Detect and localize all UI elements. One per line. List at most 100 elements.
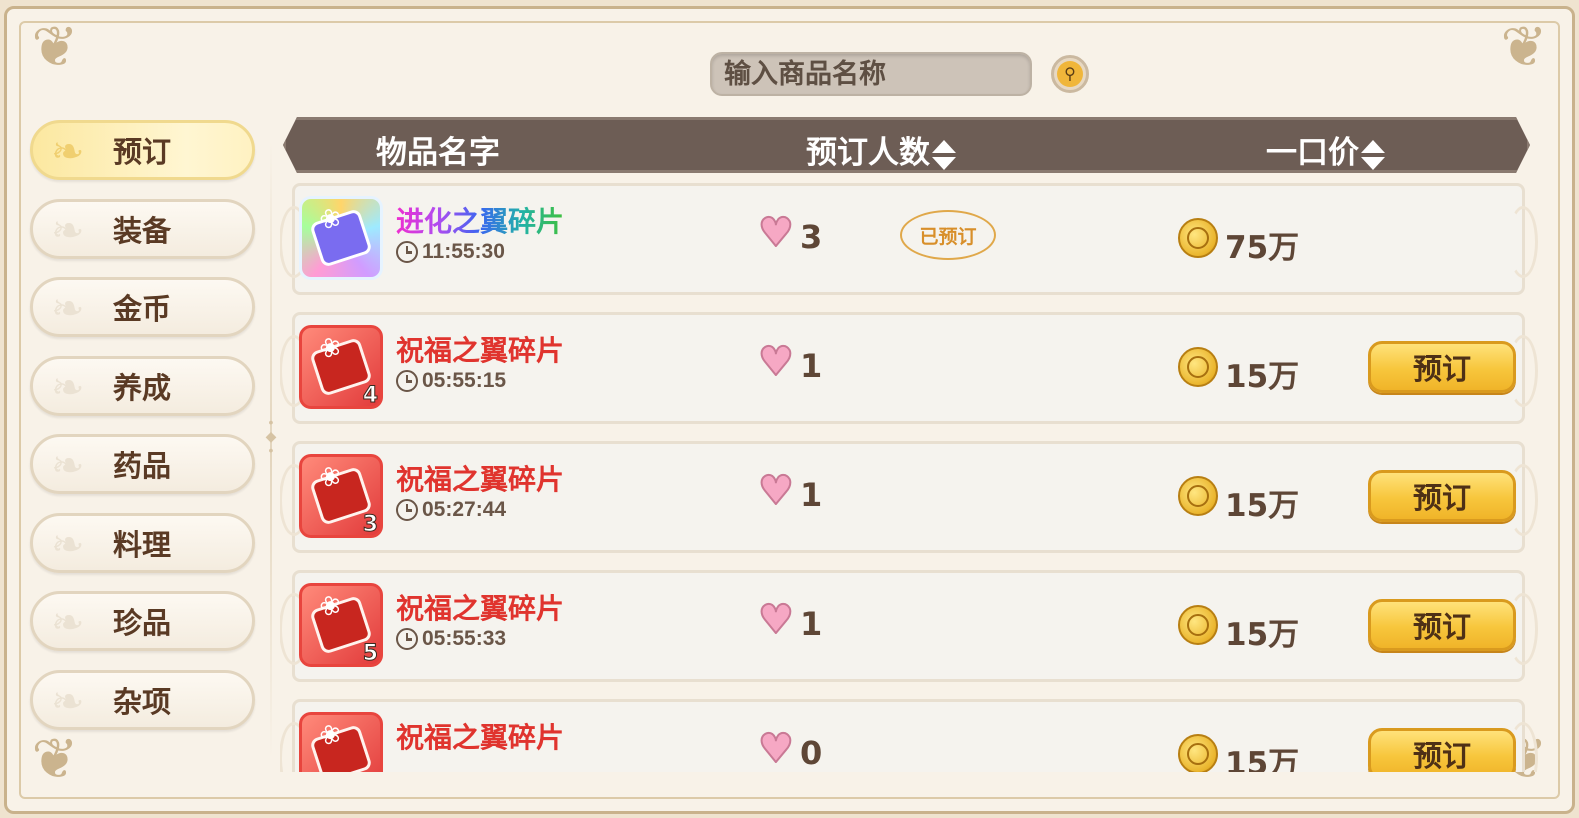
item-price: 75万 [1225,230,1300,266]
sidebar-item-reserve[interactable]: ❧ 预订 [30,120,255,180]
item-quantity: 5 [362,641,378,667]
header-price-label: 一口价 [1266,135,1359,171]
wing-shard-icon[interactable]: ❀ 5 [299,583,383,667]
clock-icon [396,628,418,650]
item-price: 15万 [1225,746,1300,772]
swan-emblem-icon: ❧ [51,600,85,646]
corner-ornament-icon: ❦ [31,15,79,80]
sidebar-item-equipment[interactable]: ❧ 装备 [30,198,255,259]
table-header: 物品名字 预订人数 一口价 [283,117,1530,173]
item-name: 进化之翼碎片 [396,200,564,240]
item-name: 祝福之翼碎片 [396,334,565,367]
header-reserve-count[interactable]: 预订人数 [806,127,956,172]
swan-emblem-icon: ❧ [51,364,85,411]
table-row: ❀ 祝福之翼碎片 ♥ 0 15万 预订 [280,696,1538,772]
timer-value: 05:55:15 [422,369,507,392]
clock-icon [396,241,418,263]
sidebar-item-label: 药品 [113,449,172,483]
table-row: ❀ 进化之翼碎片 11:55:30 ♥ 3 已预订 75万 [280,180,1538,298]
item-timer: 05:27:44 [396,498,506,522]
wing-shard-icon[interactable]: ❀ 4 [299,325,383,409]
shard-shape: ❀ [309,202,373,268]
reserve-button[interactable]: 预订 [1368,599,1516,651]
sidebar-item-treasure[interactable]: ❧ 珍品 [30,591,255,651]
item-timer: 11:55:30 [396,240,505,264]
sidebar-item-label: 料理 [113,527,172,562]
swan-emblem-icon: ❧ [51,286,85,332]
swan-emblem-icon: ❧ [51,521,85,568]
wing-icon: ❀ [315,459,346,495]
reserved-badge: 已预订 [900,210,996,260]
header-item-name: 物品名字 [376,135,500,171]
heart-icon: ♥ [757,210,795,256]
sort-icon [1361,138,1385,172]
clock-icon [396,499,418,521]
sidebar-item-label: 珍品 [113,606,172,640]
sidebar-item-medicine[interactable]: ❧ 药品 [30,434,255,494]
search-input[interactable] [712,54,1030,94]
wing-icon: ❀ [315,717,346,753]
reserve-button[interactable]: 预订 [1368,728,1516,772]
item-name: 祝福之翼碎片 [396,592,565,625]
item-price: 15万 [1225,617,1300,653]
heart-icon: ♥ [757,597,795,643]
wing-icon: ❀ [315,588,346,624]
reserve-button[interactable]: 预订 [1368,341,1516,393]
coin-icon [1178,734,1218,772]
swan-emblem-icon: ❧ [51,678,85,725]
search-box [710,52,1032,96]
sidebar-item-gold[interactable]: ❧ 金币 [30,277,255,337]
reserve-count: 3 [800,218,823,256]
wing-icon: ❀ [315,201,346,237]
item-quantity: 4 [362,383,378,409]
sidebar-item-label: 装备 [113,213,172,248]
timer-value: 05:27:44 [422,498,507,521]
divider-ornament: • ◆ • [265,414,277,458]
corner-ornament-icon: ❦ [1500,15,1548,80]
timer-value: 05:55:33 [422,627,507,650]
heart-icon: ♥ [757,726,795,772]
sidebar-item-cuisine[interactable]: ❧ 料理 [30,512,255,573]
heart-icon: ♥ [757,468,795,514]
reserve-count: 1 [800,347,823,385]
sidebar-item-misc[interactable]: ❧ 杂项 [30,669,255,730]
header-reserve-count-label: 预订人数 [806,135,930,171]
item-timer: 05:55:33 [396,627,506,651]
clock-icon [396,370,418,392]
wing-shard-icon[interactable]: ❀ [299,712,383,772]
item-list[interactable]: ❀ 进化之翼碎片 11:55:30 ♥ 3 已预订 75万 ❀ 4 祝福之翼碎片… [280,180,1540,772]
coin-icon [1178,605,1218,645]
reserve-count: 1 [800,605,823,643]
sort-icon [932,138,956,172]
item-name: 祝福之翼碎片 [396,463,565,496]
item-timer: 05:55:15 [396,369,506,393]
reserve-count: 0 [800,734,823,772]
coin-icon [1178,347,1218,387]
wing-icon: ❀ [315,330,346,366]
category-sidebar: ❧ 预订 ❧ 装备 ❧ 金币 ❧ 养成 ❧ 药品 ❧ 料理 ❧ 珍品 ❧ 杂项 [30,120,255,748]
search-button[interactable]: ⚲ [1051,55,1089,93]
table-row: ❀ 3 祝福之翼碎片 05:27:44 ♥ 1 15万 预订 [280,438,1538,556]
timer-value: 11:55:30 [422,240,505,263]
sidebar-item-label: 杂项 [113,684,172,719]
sidebar-item-label: 预订 [113,135,172,169]
swan-emblem-icon: ❧ [51,443,85,489]
wing-shard-icon[interactable]: ❀ 3 [299,454,383,538]
search-icon: ⚲ [1057,61,1083,87]
sidebar-item-cultivation[interactable]: ❧ 养成 [30,355,255,416]
wing-shard-icon[interactable]: ❀ [299,196,383,280]
reserve-button[interactable]: 预订 [1368,470,1516,522]
heart-icon: ♥ [757,339,795,385]
item-quantity: 3 [362,512,378,538]
swan-emblem-icon: ❧ [51,129,85,175]
coin-icon [1178,218,1218,258]
coin-icon [1178,476,1218,516]
item-name: 祝福之翼碎片 [396,721,565,754]
shard-shape: ❀ [309,718,373,772]
header-price[interactable]: 一口价 [1266,127,1385,172]
table-row: ❀ 5 祝福之翼碎片 05:55:33 ♥ 1 15万 预订 [280,567,1538,685]
item-price: 15万 [1225,488,1300,524]
sidebar-item-label: 养成 [113,370,172,405]
table-row: ❀ 4 祝福之翼碎片 05:55:15 ♥ 1 15万 预订 [280,309,1538,427]
sidebar-item-label: 金币 [113,292,172,326]
